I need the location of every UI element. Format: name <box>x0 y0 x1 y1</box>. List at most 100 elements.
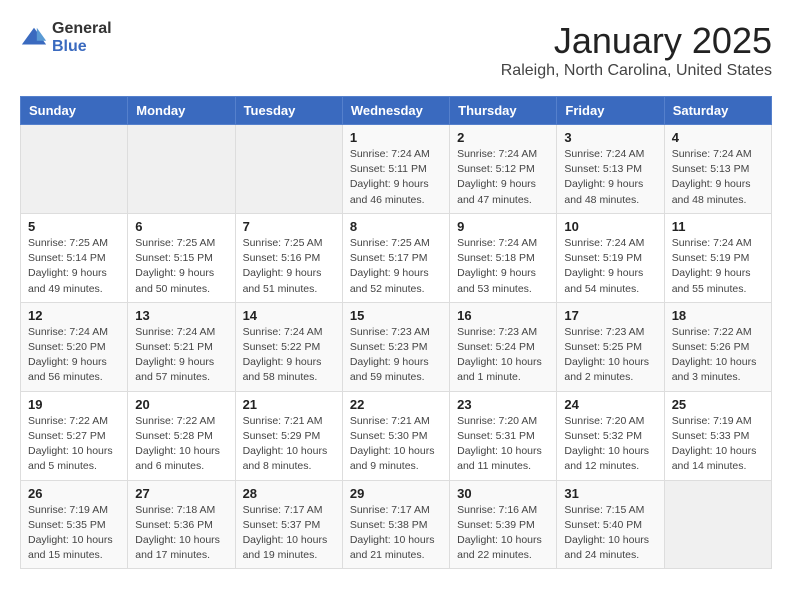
day-info: Sunrise: 7:24 AM Sunset: 5:22 PM Dayligh… <box>243 325 335 386</box>
day-number: 4 <box>672 130 764 145</box>
weekday-header-thursday: Thursday <box>450 97 557 125</box>
day-number: 23 <box>457 397 549 412</box>
week-row-4: 19 Sunrise: 7:22 AM Sunset: 5:27 PM Dayli… <box>21 391 772 480</box>
calendar-cell: 21Sunrise: 7:21 AM Sunset: 5:29 PM Dayli… <box>235 391 342 480</box>
day-number: 13 <box>135 308 227 323</box>
day-number: 16 <box>457 308 549 323</box>
calendar-cell: 11Sunrise: 7:24 AM Sunset: 5:19 PM Dayli… <box>664 213 771 302</box>
calendar-cell: 27Sunrise: 7:18 AM Sunset: 5:36 PM Dayli… <box>128 480 235 569</box>
week-row-3: 12Sunrise: 7:24 AM Sunset: 5:20 PM Dayli… <box>21 302 772 391</box>
calendar-cell <box>664 480 771 569</box>
calendar-cell: 19 Sunrise: 7:22 AM Sunset: 5:27 PM Dayli… <box>21 391 128 480</box>
day-info: Sunrise: 7:20 AM Sunset: 5:31 PM Dayligh… <box>457 414 549 475</box>
day-number: 21 <box>243 397 335 412</box>
day-number: 22 <box>350 397 442 412</box>
title-block: January 2025 Raleigh, North Carolina, Un… <box>501 20 772 80</box>
calendar-cell: 23 Sunrise: 7:20 AM Sunset: 5:31 PM Dayli… <box>450 391 557 480</box>
logo-icon <box>20 24 48 52</box>
day-number: 1 <box>350 130 442 145</box>
day-info: Sunrise: 7:25 AM Sunset: 5:15 PM Dayligh… <box>135 236 227 297</box>
month-title: January 2025 <box>501 20 772 62</box>
day-info: Sunrise: 7:22 AM Sunset: 5:28 PM Dayligh… <box>135 414 227 475</box>
day-info: Sunrise: 7:15 AM Sunset: 5:40 PM Dayligh… <box>564 503 656 564</box>
day-info: Sunrise: 7:18 AM Sunset: 5:36 PM Dayligh… <box>135 503 227 564</box>
day-number: 18 <box>672 308 764 323</box>
logo-general-text: General <box>52 20 112 38</box>
day-info: Sunrise: 7:25 AM Sunset: 5:17 PM Dayligh… <box>350 236 442 297</box>
day-info: Sunrise: 7:21 AM Sunset: 5:30 PM Dayligh… <box>350 414 442 475</box>
week-row-1: 1 Sunrise: 7:24 AM Sunset: 5:11 PM Daylig… <box>21 125 772 214</box>
day-info: Sunrise: 7:23 AM Sunset: 5:23 PM Dayligh… <box>350 325 442 386</box>
day-info: Sunrise: 7:17 AM Sunset: 5:37 PM Dayligh… <box>243 503 335 564</box>
calendar-cell: 15 Sunrise: 7:23 AM Sunset: 5:23 PM Dayli… <box>342 302 449 391</box>
calendar-cell: 10Sunrise: 7:24 AM Sunset: 5:19 PM Dayli… <box>557 213 664 302</box>
day-number: 14 <box>243 308 335 323</box>
day-number: 28 <box>243 486 335 501</box>
day-info: Sunrise: 7:23 AM Sunset: 5:25 PM Dayligh… <box>564 325 656 386</box>
calendar-table: SundayMondayTuesdayWednesdayThursdayFrid… <box>20 96 772 569</box>
day-number: 25 <box>672 397 764 412</box>
weekday-header-sunday: Sunday <box>21 97 128 125</box>
day-number: 7 <box>243 219 335 234</box>
day-number: 15 <box>350 308 442 323</box>
day-info: Sunrise: 7:24 AM Sunset: 5:12 PM Dayligh… <box>457 147 549 208</box>
day-info: Sunrise: 7:24 AM Sunset: 5:13 PM Dayligh… <box>564 147 656 208</box>
weekday-header-saturday: Saturday <box>664 97 771 125</box>
week-row-2: 5 Sunrise: 7:25 AM Sunset: 5:14 PM Daylig… <box>21 213 772 302</box>
calendar-cell: 9 Sunrise: 7:24 AM Sunset: 5:18 PM Daylig… <box>450 213 557 302</box>
calendar-cell: 2 Sunrise: 7:24 AM Sunset: 5:12 PM Daylig… <box>450 125 557 214</box>
calendar-cell: 12Sunrise: 7:24 AM Sunset: 5:20 PM Dayli… <box>21 302 128 391</box>
weekday-header-wednesday: Wednesday <box>342 97 449 125</box>
day-info: Sunrise: 7:25 AM Sunset: 5:14 PM Dayligh… <box>28 236 120 297</box>
calendar-cell: 26 Sunrise: 7:19 AM Sunset: 5:35 PM Dayli… <box>21 480 128 569</box>
week-row-5: 26 Sunrise: 7:19 AM Sunset: 5:35 PM Dayli… <box>21 480 772 569</box>
calendar-cell <box>128 125 235 214</box>
day-info: Sunrise: 7:22 AM Sunset: 5:27 PM Dayligh… <box>28 414 120 475</box>
calendar-cell: 6Sunrise: 7:25 AM Sunset: 5:15 PM Daylig… <box>128 213 235 302</box>
day-number: 9 <box>457 219 549 234</box>
day-info: Sunrise: 7:24 AM Sunset: 5:13 PM Dayligh… <box>672 147 764 208</box>
day-info: Sunrise: 7:24 AM Sunset: 5:19 PM Dayligh… <box>564 236 656 297</box>
calendar-cell: 20Sunrise: 7:22 AM Sunset: 5:28 PM Dayli… <box>128 391 235 480</box>
calendar-cell: 24 Sunrise: 7:20 AM Sunset: 5:32 PM Dayli… <box>557 391 664 480</box>
day-number: 17 <box>564 308 656 323</box>
day-number: 2 <box>457 130 549 145</box>
weekday-header-friday: Friday <box>557 97 664 125</box>
day-number: 24 <box>564 397 656 412</box>
day-number: 26 <box>28 486 120 501</box>
day-info: Sunrise: 7:23 AM Sunset: 5:24 PM Dayligh… <box>457 325 549 386</box>
weekday-header-tuesday: Tuesday <box>235 97 342 125</box>
day-number: 8 <box>350 219 442 234</box>
calendar-cell: 17 Sunrise: 7:23 AM Sunset: 5:25 PM Dayli… <box>557 302 664 391</box>
calendar-cell: 14 Sunrise: 7:24 AM Sunset: 5:22 PM Dayli… <box>235 302 342 391</box>
day-info: Sunrise: 7:24 AM Sunset: 5:20 PM Dayligh… <box>28 325 120 386</box>
day-info: Sunrise: 7:24 AM Sunset: 5:11 PM Dayligh… <box>350 147 442 208</box>
weekday-header-row: SundayMondayTuesdayWednesdayThursdayFrid… <box>21 97 772 125</box>
day-info: Sunrise: 7:25 AM Sunset: 5:16 PM Dayligh… <box>243 236 335 297</box>
day-info: Sunrise: 7:20 AM Sunset: 5:32 PM Dayligh… <box>564 414 656 475</box>
day-number: 30 <box>457 486 549 501</box>
day-info: Sunrise: 7:24 AM Sunset: 5:18 PM Dayligh… <box>457 236 549 297</box>
calendar-cell: 31 Sunrise: 7:15 AM Sunset: 5:40 PM Dayli… <box>557 480 664 569</box>
day-number: 19 <box>28 397 120 412</box>
day-info: Sunrise: 7:22 AM Sunset: 5:26 PM Dayligh… <box>672 325 764 386</box>
day-number: 31 <box>564 486 656 501</box>
calendar-cell: 25 Sunrise: 7:19 AM Sunset: 5:33 PM Dayli… <box>664 391 771 480</box>
calendar-cell <box>21 125 128 214</box>
calendar-cell: 16 Sunrise: 7:23 AM Sunset: 5:24 PM Dayli… <box>450 302 557 391</box>
location-title: Raleigh, North Carolina, United States <box>501 62 772 80</box>
day-info: Sunrise: 7:24 AM Sunset: 5:21 PM Dayligh… <box>135 325 227 386</box>
page-header: General Blue January 2025 Raleigh, North… <box>20 20 772 80</box>
day-info: Sunrise: 7:16 AM Sunset: 5:39 PM Dayligh… <box>457 503 549 564</box>
calendar-cell: 30 Sunrise: 7:16 AM Sunset: 5:39 PM Dayli… <box>450 480 557 569</box>
calendar-cell: 7 Sunrise: 7:25 AM Sunset: 5:16 PM Daylig… <box>235 213 342 302</box>
logo: General Blue <box>20 20 112 55</box>
calendar-cell: 5 Sunrise: 7:25 AM Sunset: 5:14 PM Daylig… <box>21 213 128 302</box>
calendar-cell: 28 Sunrise: 7:17 AM Sunset: 5:37 PM Dayli… <box>235 480 342 569</box>
weekday-header-monday: Monday <box>128 97 235 125</box>
calendar-cell: 1 Sunrise: 7:24 AM Sunset: 5:11 PM Daylig… <box>342 125 449 214</box>
calendar-cell: 8 Sunrise: 7:25 AM Sunset: 5:17 PM Daylig… <box>342 213 449 302</box>
day-number: 5 <box>28 219 120 234</box>
day-info: Sunrise: 7:19 AM Sunset: 5:35 PM Dayligh… <box>28 503 120 564</box>
day-info: Sunrise: 7:19 AM Sunset: 5:33 PM Dayligh… <box>672 414 764 475</box>
